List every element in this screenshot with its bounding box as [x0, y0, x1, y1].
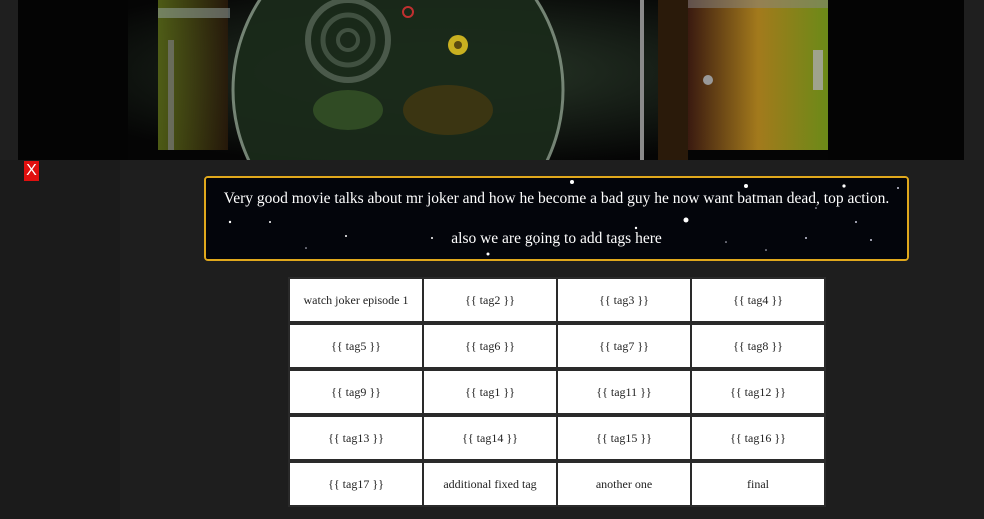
close-button[interactable]: X	[24, 161, 39, 181]
tag-cell[interactable]: {{ tag13 }}	[288, 415, 424, 461]
tag-cell[interactable]: {{ tag3 }}	[556, 277, 692, 323]
tag-cell[interactable]: {{ tag9 }}	[288, 369, 424, 415]
tag-cell[interactable]: {{ tag4 }}	[690, 277, 826, 323]
tag-cell[interactable]: {{ tag11 }}	[556, 369, 692, 415]
tag-cell[interactable]: {{ tag15 }}	[556, 415, 692, 461]
right-edge	[964, 0, 984, 160]
tag-cell[interactable]: watch joker episode 1	[288, 277, 424, 323]
tag-cell[interactable]: final	[690, 461, 826, 507]
tag-grid: watch joker episode 1 {{ tag2 }} {{ tag3…	[288, 277, 826, 507]
banner-image	[18, 0, 964, 160]
tag-cell[interactable]: {{ tag6 }}	[422, 323, 558, 369]
tag-cell[interactable]: {{ tag1 }}	[422, 369, 558, 415]
tag-cell[interactable]: {{ tag14 }}	[422, 415, 558, 461]
left-edge	[0, 0, 18, 160]
side-panel	[0, 160, 120, 519]
tag-cell[interactable]: {{ tag8 }}	[690, 323, 826, 369]
tag-cell[interactable]: {{ tag5 }}	[288, 323, 424, 369]
tag-cell[interactable]: {{ tag7 }}	[556, 323, 692, 369]
tag-cell[interactable]: {{ tag12 }}	[690, 369, 826, 415]
tag-cell[interactable]: {{ tag17 }}	[288, 461, 424, 507]
tag-cell[interactable]: {{ tag2 }}	[422, 277, 558, 323]
tag-cell[interactable]: additional fixed tag	[422, 461, 558, 507]
description-box: Very good movie talks about mr joker and…	[204, 176, 909, 261]
tags-note-text: also we are going to add tags here	[451, 230, 662, 247]
tag-cell[interactable]: another one	[556, 461, 692, 507]
tag-cell[interactable]: {{ tag16 }}	[690, 415, 826, 461]
description-text: Very good movie talks about mr joker and…	[223, 190, 890, 207]
